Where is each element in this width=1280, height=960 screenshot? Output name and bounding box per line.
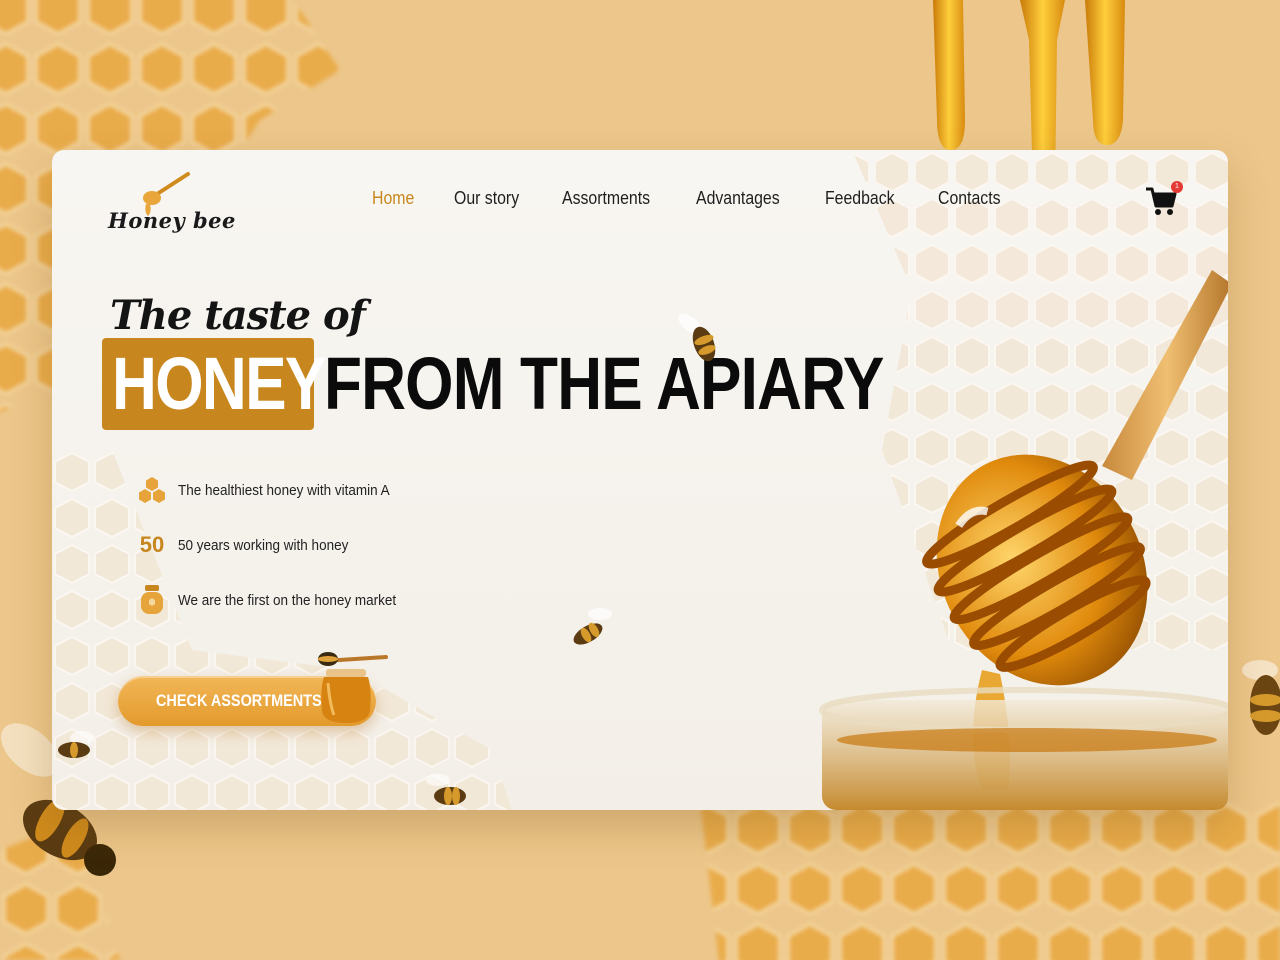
cta-label: CHECK ASSORTMENTS	[156, 691, 322, 710]
honey-jar-icon	[136, 584, 168, 616]
feature-text-vitamin: The healthiest honey with vitamin A	[178, 481, 390, 499]
hero-tagline: The taste of	[110, 292, 366, 339]
feature-item-years: 50 50 years working with honey	[136, 529, 367, 561]
bee-flying-top	[678, 313, 716, 362]
nav-item-advantages[interactable]: Advantages	[696, 188, 780, 209]
feature-text-years: 50 years working with honey	[178, 536, 349, 554]
fifty-number: 50	[139, 532, 165, 557]
feature-item-vitamin: The healthiest honey with vitamin A	[136, 474, 413, 506]
hero-highlight-word: HONEY	[112, 342, 326, 425]
bee-flying-middle	[573, 608, 612, 645]
cart-count-badge: 1	[1171, 181, 1183, 193]
nav-item-feedback[interactable]: Feedback	[825, 188, 895, 209]
nav-item-our-story[interactable]: Our story	[454, 188, 519, 209]
background-honeycomb-bottom	[700, 800, 1280, 960]
hero-card: Honey bee Home Our story Assortments Adv…	[52, 150, 1228, 810]
nav-item-home[interactable]: Home	[372, 188, 414, 209]
honey-jar-with-dipper-icon	[318, 652, 388, 723]
feature-item-first: We are the first on the honey market	[136, 584, 420, 616]
bee-right-edge	[1242, 660, 1280, 735]
honey-dipper-illustration	[819, 270, 1228, 810]
honeycomb-icon	[136, 474, 168, 506]
nav-item-assortments[interactable]: Assortments	[562, 188, 650, 209]
nav-item-contacts[interactable]: Contacts	[938, 188, 1001, 209]
bee-bottom-left	[58, 731, 94, 758]
main-nav: Home Our story Assortments Advantages Fe…	[372, 188, 1009, 209]
brand-name[interactable]: Honey bee	[108, 208, 236, 233]
bee-bottom-middle	[426, 774, 466, 805]
feature-text-first: We are the first on the honey market	[178, 591, 397, 609]
